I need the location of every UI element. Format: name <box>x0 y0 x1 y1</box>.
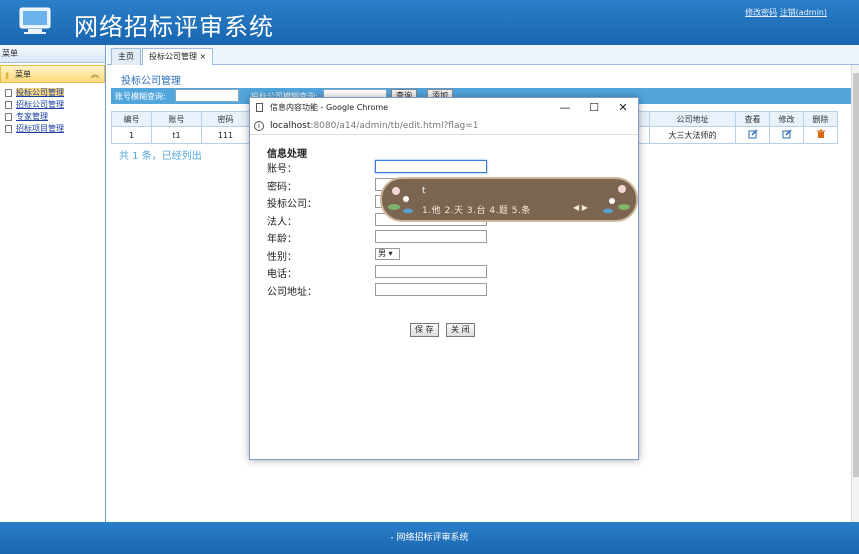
ime-candidate-window: t 1.他 2.天 3.台 4.题 5.条 ◀ ▶ <box>380 177 638 222</box>
edit-icon[interactable] <box>782 129 792 139</box>
edit-cell <box>769 126 804 144</box>
col-header-address: 公司地址 <box>649 111 736 127</box>
change-password-link[interactable]: 修改密码 <box>745 8 777 17</box>
field-label-password: 密码： <box>267 182 297 193</box>
cell-id: 1 <box>111 126 152 144</box>
trash-icon[interactable] <box>816 129 826 139</box>
page-title: 投标公司管理 <box>121 76 181 87</box>
col-header-edit: 修改 <box>769 111 804 127</box>
key-icon: ⚷ <box>4 71 10 80</box>
tab-bidding-company[interactable]: 投标公司管理 × <box>142 48 214 65</box>
file-icon <box>5 125 12 133</box>
scrollbar-thumb[interactable] <box>853 73 859 477</box>
cell-password: 111 <box>201 126 250 144</box>
header-links: 修改密码 注销(admin) <box>745 7 827 18</box>
flower-decoration-icon <box>388 187 413 214</box>
close-button[interactable]: 关 闭 <box>446 323 475 337</box>
sidebar-item-label: 专家管理 <box>16 112 48 121</box>
sidebar: 菜单 ⚷ 菜单 ︽ 投标公司管理 招标公司管理 专家管理 招标项目管理 <box>0 45 106 522</box>
field-label-age: 年龄： <box>267 234 297 245</box>
close-window-button[interactable]: ✕ <box>610 98 636 118</box>
app-header: 网络招标评审系统 修改密码 注销(admin) <box>0 0 859 45</box>
ime-page-nav[interactable]: ◀ ▶ <box>573 203 588 212</box>
cell-address: 大三大法师的 <box>649 126 736 144</box>
app-title: 网络招标评审系统 <box>74 13 274 41</box>
view-icon[interactable] <box>748 129 758 139</box>
gender-value: 男 <box>378 249 386 258</box>
age-input[interactable] <box>375 230 487 243</box>
col-header-id: 编号 <box>111 111 152 127</box>
computer-logo-icon <box>19 7 51 34</box>
vertical-scrollbar[interactable] <box>851 65 859 522</box>
dialog-title: 信息内容功能 - Google Chrome <box>270 103 389 112</box>
col-header-view: 查看 <box>735 111 770 127</box>
form-title: 信息处理 <box>267 149 307 160</box>
sidebar-tree: 投标公司管理 招标公司管理 专家管理 招标项目管理 <box>0 83 105 135</box>
edit-dialog-window: 信息内容功能 - Google Chrome — ☐ ✕ i localhost… <box>249 97 639 460</box>
collapse-icon[interactable]: ︽ <box>91 66 99 84</box>
account-input[interactable] <box>375 160 487 173</box>
file-icon <box>5 101 12 109</box>
account-filter-label: 账号模糊查询: <box>115 92 166 101</box>
sidebar-item-label: 招标公司管理 <box>16 100 64 109</box>
info-icon[interactable]: i <box>254 121 264 131</box>
ime-candidates[interactable]: 1.他 2.天 3.台 4.题 5.条 <box>422 203 531 216</box>
maximize-button[interactable]: ☐ <box>581 98 607 118</box>
sidebar-item-label: 投标公司管理 <box>16 88 64 97</box>
sidebar-item-label: 招标项目管理 <box>16 124 64 133</box>
field-label-company: 投标公司： <box>267 199 317 210</box>
col-header-password: 密码 <box>201 111 250 127</box>
field-label-phone: 电话： <box>267 269 297 280</box>
address-input[interactable] <box>375 283 487 296</box>
logout-link[interactable]: 注销(admin) <box>780 8 827 17</box>
cell-account: t1 <box>151 126 202 144</box>
view-cell <box>735 126 770 144</box>
account-filter-input[interactable] <box>175 89 239 102</box>
sidebar-panel-header[interactable]: ⚷ 菜单 ︽ <box>0 65 105 83</box>
minimize-button[interactable]: — <box>552 98 578 118</box>
result-summary: 共 1 条，已经列出 <box>119 151 202 162</box>
field-label-account: 账号： <box>267 164 297 175</box>
url-path: :8080/a14/admin/tb/edit.html?flag=1 <box>310 121 479 131</box>
gender-select[interactable]: 男 ▾ <box>375 248 400 260</box>
file-icon <box>5 113 12 121</box>
tab-home[interactable]: 主页 <box>111 48 141 65</box>
sidebar-item-tender-company[interactable]: 招标公司管理 <box>0 99 105 111</box>
col-header-delete: 删除 <box>803 111 838 127</box>
sidebar-item-bidding-company[interactable]: 投标公司管理 <box>0 87 105 99</box>
sidebar-item-tender-projects[interactable]: 招标项目管理 <box>0 123 105 135</box>
phone-input[interactable] <box>375 265 487 278</box>
ime-input-text: t <box>422 186 426 196</box>
field-label-address: 公司地址： <box>267 287 317 298</box>
sidebar-menu-header: 菜单 <box>0 45 105 63</box>
file-icon <box>5 89 12 97</box>
col-header-account: 账号 <box>151 111 202 127</box>
field-label-gender: 性别： <box>267 252 297 263</box>
url-bar[interactable]: i localhost:8080/a14/admin/tb/edit.html?… <box>250 118 638 135</box>
field-label-legal-person: 法人： <box>267 217 297 228</box>
flower-decoration-icon <box>603 185 630 214</box>
dialog-titlebar: 信息内容功能 - Google Chrome — ☐ ✕ <box>250 98 638 118</box>
sidebar-item-experts[interactable]: 专家管理 <box>0 111 105 123</box>
save-button[interactable]: 保 存 <box>410 323 439 337</box>
url-host: localhost <box>270 121 311 131</box>
tab-bar: 主页 投标公司管理 × <box>107 45 859 65</box>
document-icon <box>256 103 263 112</box>
delete-cell <box>803 126 838 144</box>
app-footer: - 网络招标评审系统 <box>0 522 859 554</box>
sidebar-panel-title: 菜单 <box>15 70 31 79</box>
